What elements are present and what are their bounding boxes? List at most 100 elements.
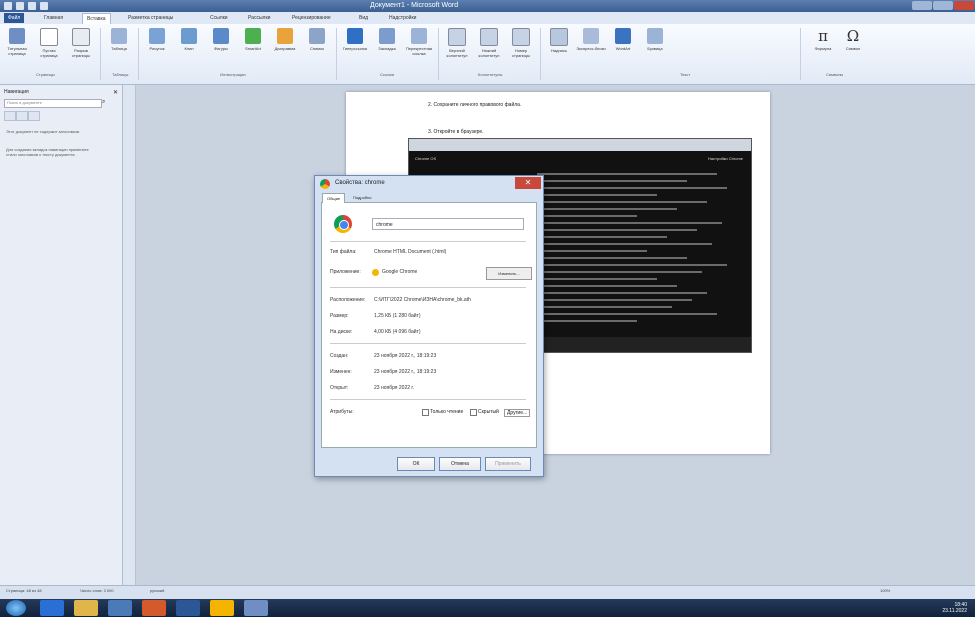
- close-icon[interactable]: ✕: [113, 89, 118, 96]
- dialog-body: chrome Тип файла: Chrome HTML Document (…: [321, 202, 537, 448]
- word-count[interactable]: Число слов: 3 000: [80, 588, 114, 593]
- media-icon[interactable]: [142, 600, 166, 616]
- cover-page-button[interactable]: Титульная страница: [2, 28, 32, 68]
- table-button[interactable]: Таблица: [104, 28, 134, 68]
- language[interactable]: русский: [150, 588, 164, 593]
- hyperlink-button[interactable]: Гиперссылка: [340, 28, 370, 68]
- group-label: Символы: [826, 72, 844, 77]
- shapes-button[interactable]: Фигуры: [206, 28, 236, 68]
- screenshot-text-line: [537, 250, 647, 252]
- nav-hint: Этот документ не содержит заголовков.: [6, 129, 81, 134]
- chart-button[interactable]: Диаграмма: [270, 28, 300, 68]
- tab-file[interactable]: Файл: [4, 13, 25, 23]
- tab-home[interactable]: Главная: [40, 13, 67, 23]
- redo-icon[interactable]: [40, 2, 48, 10]
- smartart-button[interactable]: SmartArt: [238, 28, 268, 68]
- start-icon[interactable]: [6, 600, 26, 616]
- clock[interactable]: 18:40 23.11.2022: [942, 602, 967, 614]
- screenshot-text-line: [537, 243, 712, 245]
- page-break-button[interactable]: Разрыв страницы: [66, 28, 96, 68]
- tab-references[interactable]: Ссылки: [206, 13, 232, 23]
- tab-insert[interactable]: Вставка: [82, 13, 111, 24]
- explorer-icon[interactable]: [74, 600, 98, 616]
- tab-layout[interactable]: Разметка страницы: [124, 13, 177, 23]
- textbox-button[interactable]: Надпись: [544, 28, 574, 68]
- symbol-button[interactable]: Ω Символ: [838, 28, 868, 68]
- word-taskbar-icon[interactable]: [176, 600, 200, 616]
- tab-details[interactable]: Подробно: [349, 193, 376, 202]
- apply-button[interactable]: Применить: [485, 457, 531, 471]
- screenshot-text-line: [537, 208, 677, 210]
- app-icon[interactable]: [108, 600, 132, 616]
- ie-icon[interactable]: [40, 600, 64, 616]
- chrome-taskbar-icon[interactable]: [210, 600, 234, 616]
- screenshot-button[interactable]: Снимок: [302, 28, 332, 68]
- button-label: SmartArt: [245, 46, 261, 51]
- screenshot-header-right: Настройки Chrome: [708, 156, 743, 161]
- screenshot-text-line: [537, 201, 707, 203]
- disk-size-label: На диске:: [330, 329, 353, 335]
- cross-reference-button[interactable]: Перекрестная ссылка: [404, 28, 434, 68]
- pages-view-button[interactable]: [16, 111, 28, 121]
- clipart-icon: [181, 28, 197, 44]
- footer-button[interactable]: Нижний колонтитул: [474, 28, 504, 68]
- tab-addins[interactable]: Надстройки: [385, 13, 420, 23]
- change-button[interactable]: Изменить...: [486, 267, 532, 280]
- ok-button[interactable]: ОК: [397, 457, 435, 471]
- page-break-icon: [72, 28, 90, 46]
- screenshot-text-line: [537, 313, 717, 315]
- page-number-button[interactable]: Номер страницы: [506, 28, 536, 68]
- tab-review[interactable]: Рецензирование: [288, 13, 335, 23]
- created-label: Создан:: [330, 353, 349, 359]
- results-view-button[interactable]: [28, 111, 40, 121]
- wordart-button[interactable]: WordArt: [608, 28, 638, 68]
- button-label: Надпись: [551, 48, 567, 53]
- readonly-checkbox[interactable]: [422, 409, 429, 416]
- accessed-value: 23 ноября 2022 г.: [374, 385, 414, 391]
- taskbar: 18:40 23.11.2022: [0, 599, 975, 617]
- program-label: Приложение:: [330, 269, 361, 275]
- group-label: Иллюстрации: [220, 72, 246, 77]
- screenshot-text-line: [537, 292, 707, 294]
- screenshot-text-line: [537, 222, 722, 224]
- maximize-button[interactable]: [933, 1, 953, 10]
- program-value: Google Chrome: [382, 269, 418, 275]
- other-attributes-button[interactable]: Другие...: [504, 409, 531, 417]
- hidden-checkbox[interactable]: [470, 409, 477, 416]
- page-number-icon: [512, 28, 530, 46]
- page-count[interactable]: Страница: 48 из 48: [6, 588, 42, 593]
- dropcap-button[interactable]: Буквица: [640, 28, 670, 68]
- zoom-level[interactable]: 100%: [880, 588, 890, 593]
- dialog-close-button[interactable]: ✕: [515, 177, 541, 189]
- undo-icon[interactable]: [28, 2, 36, 10]
- tab-general[interactable]: Общие: [322, 193, 346, 203]
- header-button[interactable]: Верхний колонтитул: [442, 28, 472, 68]
- close-button[interactable]: [954, 1, 974, 10]
- screenshot-text-line: [537, 285, 677, 287]
- blank-page-button[interactable]: Пустая страница: [34, 28, 64, 68]
- screenshot-text-line: [537, 299, 692, 301]
- headings-view-button[interactable]: [4, 111, 16, 121]
- paint-icon[interactable]: [244, 600, 268, 616]
- file-name-field[interactable]: chrome: [372, 218, 524, 230]
- search-icon[interactable]: ⌕: [102, 99, 105, 106]
- table-icon: [111, 28, 127, 44]
- header-icon: [448, 28, 466, 46]
- tab-mailings[interactable]: Рассылки: [244, 13, 274, 23]
- shapes-icon: [213, 28, 229, 44]
- minimize-button[interactable]: [912, 1, 932, 10]
- bookmark-button[interactable]: Закладка: [372, 28, 402, 68]
- quick-parts-button[interactable]: Экспресс-блоки: [576, 28, 606, 68]
- hyperlink-icon: [347, 28, 363, 44]
- button-label: Перекрестная ссылка: [405, 46, 433, 56]
- clipart-button[interactable]: Клип: [174, 28, 204, 68]
- button-label: Нижний колонтитул: [478, 48, 500, 58]
- tab-view[interactable]: Вид: [355, 13, 372, 23]
- screenshot-icon: [309, 28, 325, 44]
- save-icon[interactable]: [16, 2, 24, 10]
- cancel-button[interactable]: Отмена: [439, 457, 481, 471]
- equation-button[interactable]: π Формула: [808, 28, 838, 68]
- word-icon[interactable]: [4, 2, 12, 10]
- nav-search-input[interactable]: Поиск в документе: [4, 99, 102, 108]
- picture-button[interactable]: Рисунок: [142, 28, 172, 68]
